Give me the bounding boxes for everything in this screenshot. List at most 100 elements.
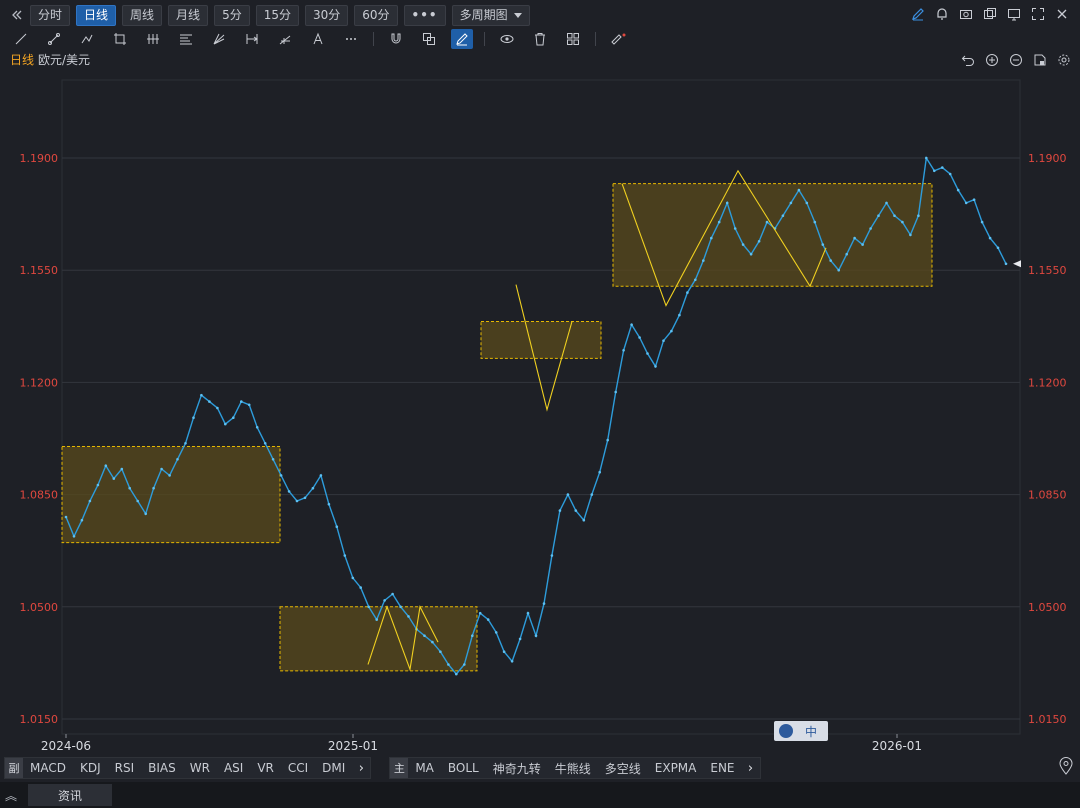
period-button-weekly[interactable]: 周线 [122,4,163,26]
trend-angle-tool-icon[interactable] [274,29,296,49]
price-point [176,458,179,461]
indicator-tab[interactable]: MACD [23,761,73,775]
price-point [606,438,609,442]
chevron-right-icon[interactable]: › [742,761,760,776]
sub-indicator-group: 副 MACD KDJ RSI BIAS WR ASI VR CCI DMI › [4,757,372,779]
segment-tool-icon[interactable] [43,29,65,49]
indicator-tab[interactable]: 神奇九转 [486,760,548,777]
indicator-tab[interactable]: VR [250,761,281,775]
ruler-icon[interactable] [607,29,629,49]
trash-icon[interactable] [529,29,551,49]
magnet-icon[interactable] [385,29,407,49]
period-button-30min[interactable]: 30分 [304,4,349,26]
y-tick-label: 1.1550 [1028,264,1067,277]
chevron-right-icon[interactable]: › [352,761,370,776]
more-tools-icon[interactable] [340,29,362,49]
close-icon[interactable] [1054,6,1070,22]
price-point [96,483,100,487]
y-tick-label: 1.0150 [1028,713,1067,726]
location-pin-icon[interactable] [1058,757,1074,779]
indicator-tab[interactable]: BOLL [441,761,486,775]
pencil-icon[interactable] [451,29,473,49]
text-tool-icon[interactable] [307,29,329,49]
price-point [789,201,793,205]
price-point [710,236,713,240]
price-point [88,499,92,503]
price-point [64,515,68,519]
price-point [534,634,538,637]
price-point [805,201,809,205]
price-point [638,336,641,339]
news-tab[interactable]: 资讯 [28,784,112,806]
camera-icon[interactable] [958,6,974,22]
period-button-daily[interactable]: 日线 [76,4,117,26]
price-point [240,400,243,403]
indicator-tab[interactable]: MA [408,761,441,775]
price-point [622,349,625,352]
price-point [614,390,617,394]
fan-tool-icon[interactable] [208,29,230,49]
period-button-intraday[interactable]: 分时 [30,4,71,26]
period-button-15min[interactable]: 15分 [255,4,299,26]
indicator-tab[interactable]: DMI [315,761,352,775]
line-tool-icon[interactable] [10,29,32,49]
indicator-tab[interactable]: EXPMA [648,761,704,775]
price-point [725,201,729,205]
pitchfork-tool-icon[interactable] [142,29,164,49]
y-tick-label: 1.0850 [1028,489,1067,502]
multi-period-dropdown[interactable]: 多周期图 [451,4,530,26]
price-point [247,403,251,407]
polyline-tool-icon[interactable] [76,29,98,49]
price-point [287,490,291,493]
price-point [654,365,657,368]
price-point [829,259,832,262]
price-point [542,602,546,605]
price-point [574,509,578,512]
indicator-tab[interactable]: WR [183,761,217,775]
y-tick-label: 1.0500 [20,601,59,614]
draw-pen-icon[interactable] [910,6,926,22]
period-button-monthly[interactable]: 月线 [168,4,209,26]
period-button-5min[interactable]: 5分 [214,4,250,26]
indicator-tab[interactable]: KDJ [73,761,108,775]
price-point [877,214,880,217]
y-tick-label: 1.0500 [1028,601,1067,614]
indicator-tab[interactable]: 牛熊线 [548,760,598,777]
indicator-tab[interactable]: ENE [703,761,741,775]
price-point [813,220,817,224]
price-point [630,323,633,327]
stack-icon[interactable] [418,29,440,49]
crop-tool-icon[interactable] [109,29,131,49]
bell-icon[interactable] [934,6,950,22]
price-chart[interactable]: 1.0150 1.0150 1.0500 1.0500 1.0850 1.0850 1.12… [0,66,1080,756]
price-point [399,605,402,609]
price-point [964,201,968,205]
collapse-panel-icon[interactable] [8,5,26,25]
indicator-tab[interactable]: 多空线 [598,760,648,777]
more-periods-button[interactable]: ••• [403,4,446,26]
price-point [255,426,259,429]
period-button-60min[interactable]: 60分 [354,4,398,26]
indicator-tab[interactable]: ASI [217,761,250,775]
price-point [1004,262,1008,266]
price-point [972,198,976,201]
sub-indicator-label: 副 [5,758,23,778]
chevron-up-icon[interactable]: ︽ [0,787,22,804]
monitor-icon[interactable] [1006,6,1022,22]
price-point [853,236,856,240]
price-point [646,352,649,355]
layers-icon[interactable] [562,29,584,49]
range-tool-icon[interactable] [241,29,263,49]
price-point [335,525,339,528]
indicator-tab[interactable]: RSI [108,761,142,775]
fullscreen-icon[interactable] [1030,6,1046,22]
fibonacci-tool-icon[interactable] [175,29,197,49]
price-point [861,243,864,246]
indicator-tab[interactable]: CCI [281,761,315,775]
price-point [104,464,108,468]
price-point [662,339,665,343]
indicator-tab[interactable]: BIAS [141,761,183,775]
copy-icon[interactable] [982,6,998,22]
x-tick-label: 2026-01 [872,739,922,753]
eye-icon[interactable] [496,29,518,49]
